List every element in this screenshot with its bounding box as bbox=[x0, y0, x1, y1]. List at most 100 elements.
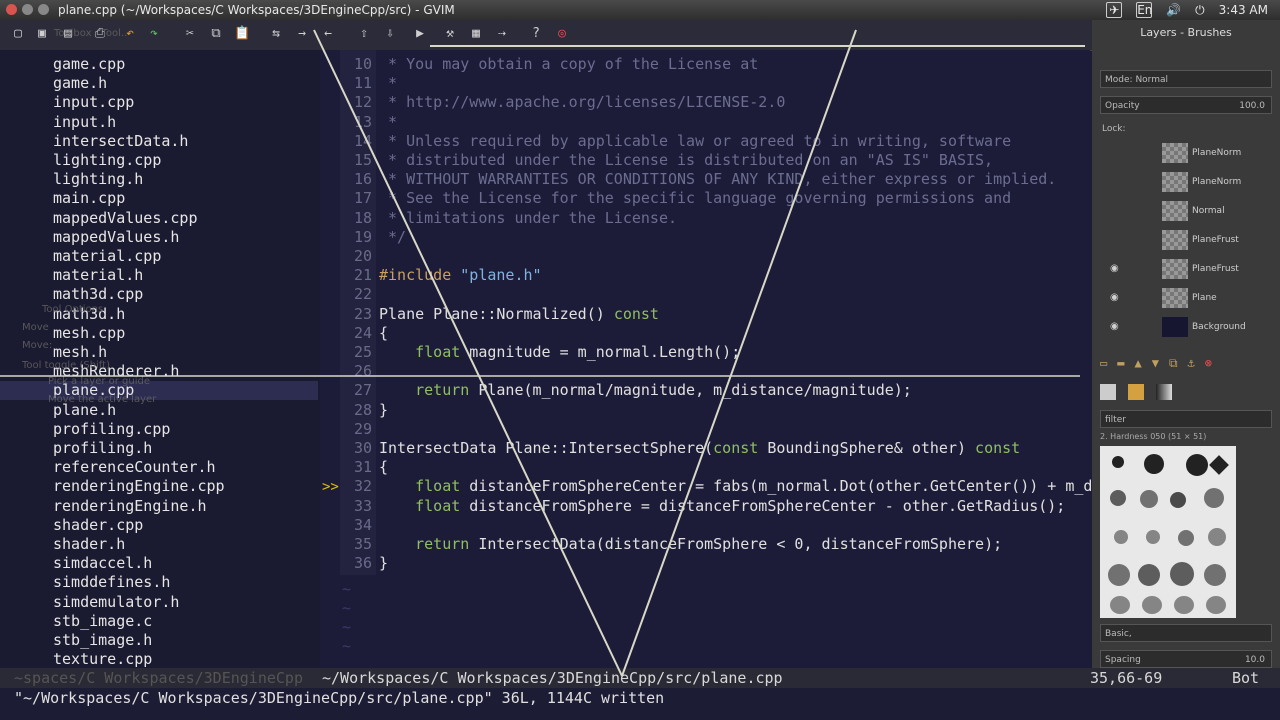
layer-thumbnail bbox=[1162, 317, 1188, 337]
layer-name: Plane bbox=[1192, 293, 1217, 303]
file-item[interactable]: game.cpp bbox=[53, 55, 125, 74]
layer-thumbnail bbox=[1162, 288, 1188, 308]
opacity-label: Opacity bbox=[1105, 101, 1140, 111]
load-session-icon[interactable]: ⇧ bbox=[356, 26, 372, 42]
file-item[interactable]: simdemulator.h bbox=[53, 593, 179, 612]
file-item[interactable]: material.cpp bbox=[53, 247, 161, 266]
new-group-icon[interactable]: ▬ bbox=[1117, 356, 1124, 374]
layer-row[interactable]: ◉ Background bbox=[1102, 314, 1270, 342]
ghost-label: Move: bbox=[22, 340, 53, 351]
visibility-eye-icon[interactable]: ◉ bbox=[1110, 292, 1119, 303]
maximize-window-button[interactable] bbox=[38, 4, 49, 15]
duplicate-layer-icon[interactable]: ⧉ bbox=[1169, 356, 1178, 374]
file-item[interactable]: math3d.cpp bbox=[53, 285, 143, 304]
file-item[interactable]: mappedValues.h bbox=[53, 228, 179, 247]
spacing-label: Spacing bbox=[1105, 655, 1141, 665]
find-help-icon[interactable]: ◎ bbox=[554, 26, 570, 42]
line-number: 16 bbox=[353, 170, 372, 189]
language-indicator[interactable]: En bbox=[1136, 2, 1152, 18]
file-item[interactable]: main.cpp bbox=[53, 189, 125, 208]
file-item[interactable]: simdaccel.h bbox=[53, 554, 152, 573]
gradient-tab-icon[interactable] bbox=[1156, 384, 1172, 400]
clock[interactable]: 3:43 AM bbox=[1219, 3, 1268, 17]
layer-row[interactable]: Normal bbox=[1102, 198, 1270, 226]
code-editor[interactable]: 10 * You may obtain a copy of the Licens… bbox=[320, 50, 1174, 668]
find-prev-icon[interactable]: ← bbox=[320, 26, 336, 42]
layer-name: PlaneFrust bbox=[1192, 235, 1239, 245]
code-line: * distributed under the License is distr… bbox=[379, 151, 994, 169]
layer-row[interactable]: PlaneNorm bbox=[1102, 169, 1270, 197]
pattern-tab-icon[interactable] bbox=[1128, 384, 1144, 400]
line-number: 20 bbox=[353, 247, 372, 265]
layer-row[interactable]: PlaneNorm bbox=[1102, 140, 1270, 168]
lower-layer-icon[interactable]: ▼ bbox=[1152, 356, 1159, 374]
file-item[interactable]: texture.cpp bbox=[53, 650, 152, 669]
brush-tabs bbox=[1100, 384, 1172, 400]
new-layer-icon[interactable]: ▭ bbox=[1100, 356, 1107, 374]
brush-grid[interactable] bbox=[1100, 446, 1236, 618]
send-icon[interactable]: ✈ bbox=[1106, 2, 1123, 18]
new-icon[interactable]: ▢ bbox=[10, 26, 26, 42]
file-item[interactable]: mappedValues.cpp bbox=[53, 209, 198, 228]
opacity-slider[interactable]: Opacity 100.0 bbox=[1100, 96, 1272, 114]
redo-icon[interactable]: ↷ bbox=[146, 26, 162, 42]
copy-icon[interactable]: ⧉ bbox=[208, 26, 224, 42]
power-icon[interactable]: ⏻ bbox=[1195, 3, 1205, 18]
file-item[interactable]: stb_image.c bbox=[53, 612, 152, 631]
raise-layer-icon[interactable]: ▲ bbox=[1134, 356, 1141, 374]
help-icon[interactable]: ? bbox=[528, 26, 544, 42]
command-message: "~/Workspaces/C Workspaces/3DEngineCpp/s… bbox=[14, 689, 665, 707]
file-item[interactable]: renderingEngine.cpp bbox=[53, 477, 225, 496]
jump-tag-icon[interactable]: ⇢ bbox=[494, 26, 510, 42]
file-item[interactable]: profiling.cpp bbox=[53, 420, 170, 439]
open-icon[interactable]: ▣ bbox=[34, 26, 50, 42]
mode-select[interactable]: Mode: Normal bbox=[1100, 70, 1272, 88]
file-item[interactable]: mesh.cpp bbox=[53, 324, 125, 343]
brush-tab-icon[interactable] bbox=[1100, 384, 1116, 400]
find-next-icon[interactable]: → bbox=[294, 26, 310, 42]
file-item[interactable]: shader.h bbox=[53, 535, 125, 554]
file-item[interactable]: material.h bbox=[53, 266, 143, 285]
run-ctags-icon[interactable]: ▦ bbox=[468, 26, 484, 42]
file-item[interactable]: renderingEngine.h bbox=[53, 497, 207, 516]
spacing-slider[interactable]: Spacing 10.0 bbox=[1100, 650, 1272, 668]
file-item[interactable]: input.cpp bbox=[53, 93, 134, 112]
cursor-position: 35,66-69 bbox=[1090, 669, 1163, 687]
paste-icon[interactable]: 📋 bbox=[234, 26, 250, 42]
file-item[interactable]: input.h bbox=[53, 113, 116, 132]
line-number: 27 bbox=[353, 381, 372, 400]
file-item[interactable]: game.h bbox=[53, 74, 107, 93]
close-window-button[interactable] bbox=[6, 4, 17, 15]
file-item[interactable]: simddefines.h bbox=[53, 573, 170, 592]
file-item[interactable]: profiling.h bbox=[53, 439, 152, 458]
run-script-icon[interactable]: ▶ bbox=[412, 26, 428, 42]
layer-row[interactable]: ◉ PlaneFrust bbox=[1102, 256, 1270, 284]
code-line: * See the License for the specific langu… bbox=[379, 189, 1012, 208]
file-item[interactable]: lighting.cpp bbox=[53, 151, 161, 170]
layer-name: Background bbox=[1192, 322, 1246, 332]
brush-preset-select[interactable]: Basic, bbox=[1100, 624, 1272, 642]
make-icon[interactable]: ⚒ bbox=[442, 26, 458, 42]
visibility-eye-icon[interactable]: ◉ bbox=[1110, 321, 1119, 332]
line-number: 23 bbox=[353, 304, 372, 323]
anchor-layer-icon[interactable]: ⚓ bbox=[1188, 356, 1195, 374]
vim-command-line[interactable]: "~/Workspaces/C Workspaces/3DEngineCpp/s… bbox=[0, 688, 1280, 720]
save-session-icon[interactable]: ⇩ bbox=[382, 26, 398, 42]
replace-icon[interactable]: ⇆ bbox=[268, 26, 284, 42]
layer-row[interactable]: PlaneFrust bbox=[1102, 227, 1270, 255]
file-item[interactable]: shader.cpp bbox=[53, 516, 143, 535]
volume-icon[interactable]: 🔊 bbox=[1166, 3, 1181, 17]
line-number: 14 bbox=[353, 131, 372, 150]
file-item[interactable]: referenceCounter.h bbox=[53, 458, 216, 477]
file-item[interactable]: stb_image.h bbox=[53, 631, 152, 650]
brush-filter-input[interactable]: filter bbox=[1100, 410, 1272, 428]
visibility-eye-icon[interactable]: ◉ bbox=[1110, 263, 1119, 274]
layer-thumbnail bbox=[1162, 230, 1188, 250]
minimize-window-button[interactable] bbox=[22, 4, 33, 15]
cut-icon[interactable]: ✂ bbox=[182, 26, 198, 42]
delete-layer-icon[interactable]: ⊗ bbox=[1205, 356, 1212, 374]
file-item[interactable]: lighting.h bbox=[53, 170, 143, 189]
layer-row[interactable]: ◉ Plane bbox=[1102, 285, 1270, 313]
dock-title: Layers - Brushes bbox=[1140, 26, 1232, 39]
file-item[interactable]: intersectData.h bbox=[53, 132, 188, 151]
